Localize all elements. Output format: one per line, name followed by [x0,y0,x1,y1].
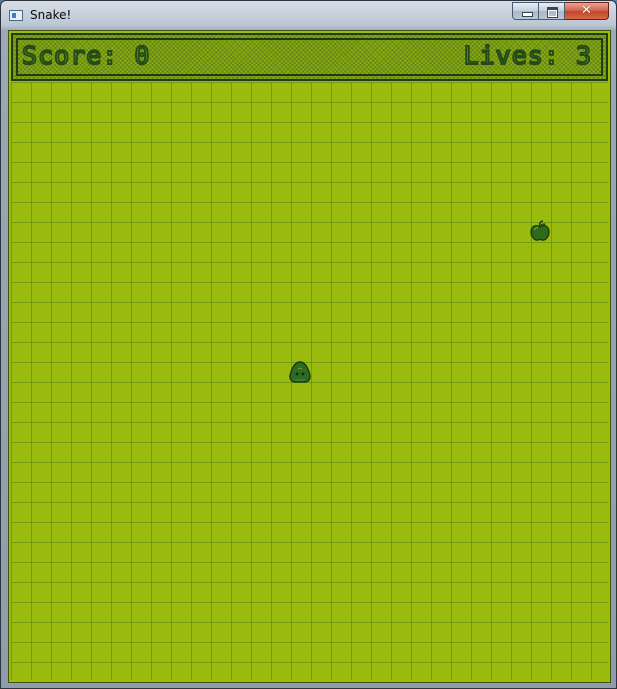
app-icon[interactable] [9,10,23,21]
score-label: Score: [21,40,119,71]
apple-icon [530,220,550,241]
window-title: Snake! [30,8,72,22]
lives-value: 3 [575,40,592,71]
lives-display: Lives: 3 [463,40,592,71]
lives-label: Lives: [463,40,560,71]
hud-panel: Score: 0 Lives: 3 [11,33,608,81]
minimize-button[interactable] [512,2,539,20]
snake-head-icon [289,361,311,383]
close-icon: ✕ [581,3,592,18]
score-value: 0 [133,40,151,71]
playfield-grid[interactable] [11,82,608,680]
close-button[interactable]: ✕ [565,2,609,20]
game-window: Snake! ✕ Score: 0 Lives: 3 [0,0,617,689]
title-bar[interactable]: Snake! ✕ [1,1,616,29]
caption-buttons: ✕ [512,2,609,21]
maximize-button[interactable] [539,2,565,20]
score-display: Score: 0 [21,40,151,71]
minimize-icon [522,12,533,17]
maximize-icon [547,7,558,18]
game-canvas[interactable]: Score: 0 Lives: 3 [8,30,611,683]
